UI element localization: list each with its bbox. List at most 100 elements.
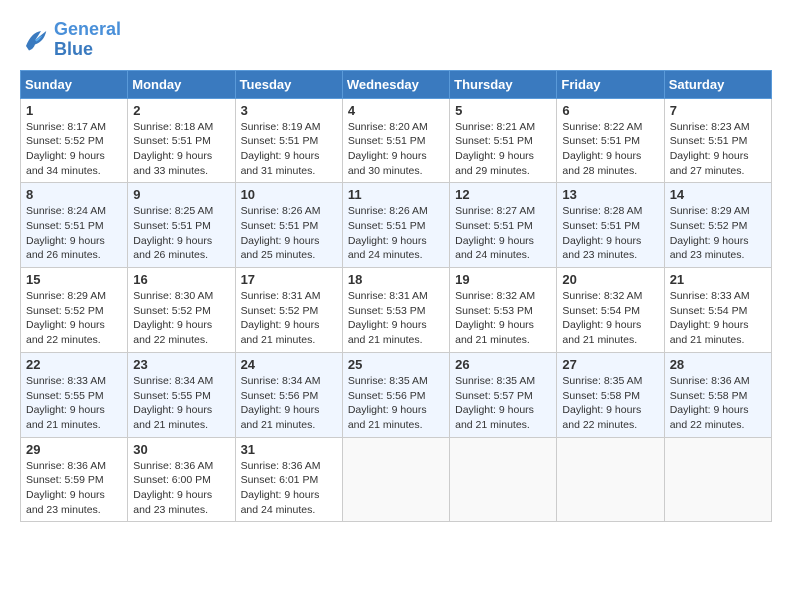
weekday-header: Sunday <box>21 70 128 98</box>
cell-content: Sunrise: 8:36 AM Sunset: 6:00 PM Dayligh… <box>133 459 229 518</box>
calendar-cell: 11 Sunrise: 8:26 AM Sunset: 5:51 PM Dayl… <box>342 183 449 268</box>
calendar-cell: 3 Sunrise: 8:19 AM Sunset: 5:51 PM Dayli… <box>235 98 342 183</box>
cell-content: Sunrise: 8:34 AM Sunset: 5:56 PM Dayligh… <box>241 374 337 433</box>
calendar-cell: 21 Sunrise: 8:33 AM Sunset: 5:54 PM Dayl… <box>664 268 771 353</box>
calendar-cell: 7 Sunrise: 8:23 AM Sunset: 5:51 PM Dayli… <box>664 98 771 183</box>
cell-content: Sunrise: 8:29 AM Sunset: 5:52 PM Dayligh… <box>26 289 122 348</box>
weekday-header: Thursday <box>450 70 557 98</box>
cell-content: Sunrise: 8:25 AM Sunset: 5:51 PM Dayligh… <box>133 204 229 263</box>
cell-content: Sunrise: 8:23 AM Sunset: 5:51 PM Dayligh… <box>670 120 766 179</box>
cell-content: Sunrise: 8:36 AM Sunset: 5:59 PM Dayligh… <box>26 459 122 518</box>
day-number: 16 <box>133 272 229 287</box>
cell-content: Sunrise: 8:24 AM Sunset: 5:51 PM Dayligh… <box>26 204 122 263</box>
cell-content: Sunrise: 8:35 AM Sunset: 5:58 PM Dayligh… <box>562 374 658 433</box>
calendar-cell: 27 Sunrise: 8:35 AM Sunset: 5:58 PM Dayl… <box>557 352 664 437</box>
day-number: 12 <box>455 187 551 202</box>
calendar-cell: 16 Sunrise: 8:30 AM Sunset: 5:52 PM Dayl… <box>128 268 235 353</box>
logo-icon <box>20 25 50 55</box>
day-number: 5 <box>455 103 551 118</box>
cell-content: Sunrise: 8:27 AM Sunset: 5:51 PM Dayligh… <box>455 204 551 263</box>
calendar-cell: 24 Sunrise: 8:34 AM Sunset: 5:56 PM Dayl… <box>235 352 342 437</box>
day-number: 9 <box>133 187 229 202</box>
calendar-cell: 4 Sunrise: 8:20 AM Sunset: 5:51 PM Dayli… <box>342 98 449 183</box>
calendar-week-row: 1 Sunrise: 8:17 AM Sunset: 5:52 PM Dayli… <box>21 98 772 183</box>
calendar-cell: 5 Sunrise: 8:21 AM Sunset: 5:51 PM Dayli… <box>450 98 557 183</box>
calendar-week-row: 8 Sunrise: 8:24 AM Sunset: 5:51 PM Dayli… <box>21 183 772 268</box>
cell-content: Sunrise: 8:32 AM Sunset: 5:54 PM Dayligh… <box>562 289 658 348</box>
calendar-cell: 25 Sunrise: 8:35 AM Sunset: 5:56 PM Dayl… <box>342 352 449 437</box>
day-number: 23 <box>133 357 229 372</box>
cell-content: Sunrise: 8:26 AM Sunset: 5:51 PM Dayligh… <box>241 204 337 263</box>
cell-content: Sunrise: 8:31 AM Sunset: 5:53 PM Dayligh… <box>348 289 444 348</box>
calendar-cell: 23 Sunrise: 8:34 AM Sunset: 5:55 PM Dayl… <box>128 352 235 437</box>
calendar-cell: 18 Sunrise: 8:31 AM Sunset: 5:53 PM Dayl… <box>342 268 449 353</box>
calendar-cell: 30 Sunrise: 8:36 AM Sunset: 6:00 PM Dayl… <box>128 437 235 522</box>
weekday-header: Monday <box>128 70 235 98</box>
cell-content: Sunrise: 8:18 AM Sunset: 5:51 PM Dayligh… <box>133 120 229 179</box>
calendar-cell: 26 Sunrise: 8:35 AM Sunset: 5:57 PM Dayl… <box>450 352 557 437</box>
header: General Blue <box>20 20 772 60</box>
calendar-cell <box>557 437 664 522</box>
calendar-cell: 6 Sunrise: 8:22 AM Sunset: 5:51 PM Dayli… <box>557 98 664 183</box>
day-number: 26 <box>455 357 551 372</box>
calendar-cell: 10 Sunrise: 8:26 AM Sunset: 5:51 PM Dayl… <box>235 183 342 268</box>
day-number: 4 <box>348 103 444 118</box>
day-number: 22 <box>26 357 122 372</box>
day-number: 3 <box>241 103 337 118</box>
day-number: 24 <box>241 357 337 372</box>
calendar-cell: 1 Sunrise: 8:17 AM Sunset: 5:52 PM Dayli… <box>21 98 128 183</box>
cell-content: Sunrise: 8:32 AM Sunset: 5:53 PM Dayligh… <box>455 289 551 348</box>
calendar-cell: 31 Sunrise: 8:36 AM Sunset: 6:01 PM Dayl… <box>235 437 342 522</box>
calendar-cell: 12 Sunrise: 8:27 AM Sunset: 5:51 PM Dayl… <box>450 183 557 268</box>
cell-content: Sunrise: 8:22 AM Sunset: 5:51 PM Dayligh… <box>562 120 658 179</box>
day-number: 6 <box>562 103 658 118</box>
calendar-cell: 19 Sunrise: 8:32 AM Sunset: 5:53 PM Dayl… <box>450 268 557 353</box>
calendar-cell: 2 Sunrise: 8:18 AM Sunset: 5:51 PM Dayli… <box>128 98 235 183</box>
calendar-cell: 9 Sunrise: 8:25 AM Sunset: 5:51 PM Dayli… <box>128 183 235 268</box>
day-number: 17 <box>241 272 337 287</box>
cell-content: Sunrise: 8:34 AM Sunset: 5:55 PM Dayligh… <box>133 374 229 433</box>
cell-content: Sunrise: 8:29 AM Sunset: 5:52 PM Dayligh… <box>670 204 766 263</box>
logo: General Blue <box>20 20 121 60</box>
calendar-cell: 20 Sunrise: 8:32 AM Sunset: 5:54 PM Dayl… <box>557 268 664 353</box>
day-number: 21 <box>670 272 766 287</box>
cell-content: Sunrise: 8:30 AM Sunset: 5:52 PM Dayligh… <box>133 289 229 348</box>
cell-content: Sunrise: 8:31 AM Sunset: 5:52 PM Dayligh… <box>241 289 337 348</box>
day-number: 18 <box>348 272 444 287</box>
day-number: 1 <box>26 103 122 118</box>
day-number: 7 <box>670 103 766 118</box>
cell-content: Sunrise: 8:28 AM Sunset: 5:51 PM Dayligh… <box>562 204 658 263</box>
day-number: 30 <box>133 442 229 457</box>
calendar-cell <box>450 437 557 522</box>
calendar-cell: 15 Sunrise: 8:29 AM Sunset: 5:52 PM Dayl… <box>21 268 128 353</box>
cell-content: Sunrise: 8:17 AM Sunset: 5:52 PM Dayligh… <box>26 120 122 179</box>
day-number: 15 <box>26 272 122 287</box>
calendar-cell <box>342 437 449 522</box>
day-number: 13 <box>562 187 658 202</box>
weekday-header: Friday <box>557 70 664 98</box>
calendar-table: SundayMondayTuesdayWednesdayThursdayFrid… <box>20 70 772 523</box>
day-number: 2 <box>133 103 229 118</box>
cell-content: Sunrise: 8:19 AM Sunset: 5:51 PM Dayligh… <box>241 120 337 179</box>
cell-content: Sunrise: 8:36 AM Sunset: 6:01 PM Dayligh… <box>241 459 337 518</box>
calendar-cell: 29 Sunrise: 8:36 AM Sunset: 5:59 PM Dayl… <box>21 437 128 522</box>
cell-content: Sunrise: 8:33 AM Sunset: 5:55 PM Dayligh… <box>26 374 122 433</box>
day-number: 31 <box>241 442 337 457</box>
calendar-cell: 22 Sunrise: 8:33 AM Sunset: 5:55 PM Dayl… <box>21 352 128 437</box>
day-number: 29 <box>26 442 122 457</box>
weekday-header-row: SundayMondayTuesdayWednesdayThursdayFrid… <box>21 70 772 98</box>
cell-content: Sunrise: 8:35 AM Sunset: 5:57 PM Dayligh… <box>455 374 551 433</box>
calendar-cell: 13 Sunrise: 8:28 AM Sunset: 5:51 PM Dayl… <box>557 183 664 268</box>
day-number: 19 <box>455 272 551 287</box>
calendar-week-row: 15 Sunrise: 8:29 AM Sunset: 5:52 PM Dayl… <box>21 268 772 353</box>
day-number: 8 <box>26 187 122 202</box>
day-number: 14 <box>670 187 766 202</box>
calendar-week-row: 29 Sunrise: 8:36 AM Sunset: 5:59 PM Dayl… <box>21 437 772 522</box>
day-number: 20 <box>562 272 658 287</box>
calendar-cell: 17 Sunrise: 8:31 AM Sunset: 5:52 PM Dayl… <box>235 268 342 353</box>
weekday-header: Wednesday <box>342 70 449 98</box>
calendar-cell: 8 Sunrise: 8:24 AM Sunset: 5:51 PM Dayli… <box>21 183 128 268</box>
calendar-week-row: 22 Sunrise: 8:33 AM Sunset: 5:55 PM Dayl… <box>21 352 772 437</box>
calendar-cell <box>664 437 771 522</box>
cell-content: Sunrise: 8:36 AM Sunset: 5:58 PM Dayligh… <box>670 374 766 433</box>
